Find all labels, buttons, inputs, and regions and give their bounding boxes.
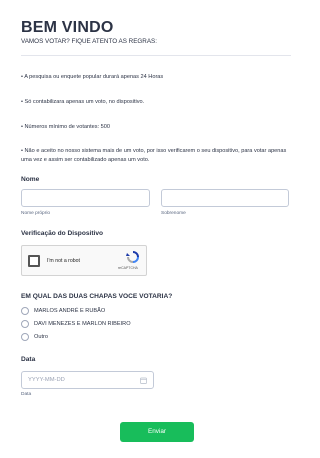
calendar-icon[interactable] [140,377,147,384]
rule-text-2: • Só contabilizara apenas um voto, no di… [21,99,145,105]
poll-question: EM QUAL DAS DUAS CHAPAS VOCE VOTARIA? [21,293,173,300]
recaptcha-checkbox[interactable] [28,255,40,267]
date-sublabel: Data [21,392,32,397]
option-label: MARLOS ANDRÉ E RUBÃO [34,308,106,314]
option-label: DAVI MENEZES E MARLON RIBEIRO [34,321,131,327]
first-name-input[interactable] [21,189,150,207]
verification-label: Verificação do Dispositivo [21,230,104,237]
option-label: Outro [34,334,48,340]
rule-text-3: • Números mínimo de votantes: 500 [21,124,111,130]
radio-button[interactable] [21,307,29,315]
date-label: Data [21,356,36,363]
name-label: Nome [21,176,40,183]
recaptcha-widget: I'm not a robot reCAPTCHA [21,245,147,276]
page-title: BEM VINDO [21,19,114,36]
last-name-sublabel: Sobrenome [161,211,186,216]
radio-button[interactable] [21,320,29,328]
page-subtitle: VAMOS VOTAR? FIQUE ATENTO AS REGRAS: [21,38,157,45]
header-divider [21,55,291,56]
rule-text-1: • A pesquisa ou enquete popular durará a… [21,74,164,80]
radio-button[interactable] [21,333,29,341]
date-placeholder: YYYY-MM-DD [28,377,65,383]
rule-text-4: • Não e aceito no nosso sistema mais de … [21,148,287,163]
first-name-sublabel: Nome próprio [21,211,51,216]
last-name-input[interactable] [161,189,289,207]
recaptcha-text: I'm not a robot [47,258,80,264]
submit-button[interactable]: Enviar [120,422,194,442]
recaptcha-logo-icon [126,251,139,263]
date-input[interactable]: YYYY-MM-DD [21,371,154,389]
recaptcha-brand: reCAPTCHA [118,266,138,270]
